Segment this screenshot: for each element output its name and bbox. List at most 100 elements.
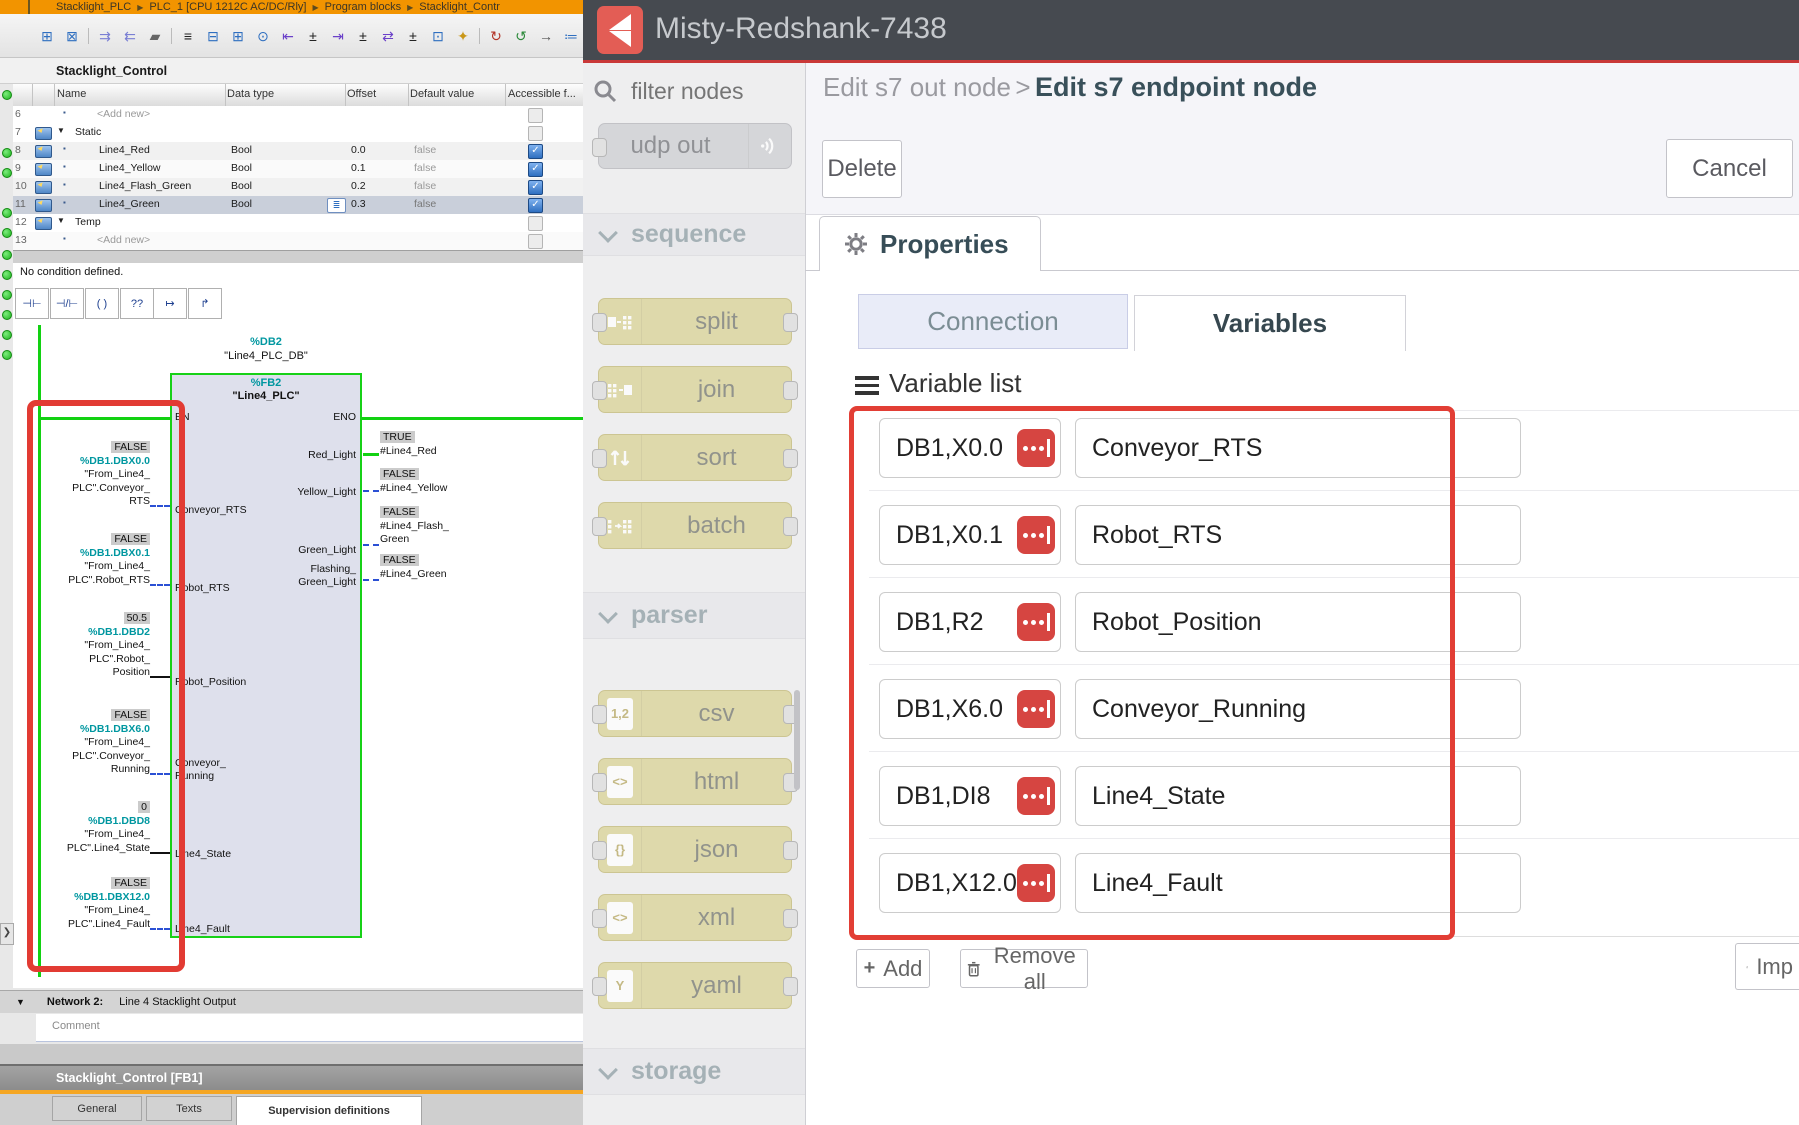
operand-frame-icon[interactable]: ⊡ [429,26,447,46]
accessible-checkbox[interactable]: ✓ [528,162,543,177]
tab-connection[interactable]: Connection [858,294,1128,349]
variable-name-input[interactable]: Line4_Fault [1075,853,1521,913]
address-autocomplete-icon[interactable] [1017,516,1055,554]
default-cell[interactable]: false [414,180,436,192]
cancel-button[interactable]: Cancel [1666,139,1793,198]
operand-group[interactable]: TRUE #Line4_Red [380,431,490,458]
palette-node-sort[interactable]: sort [598,434,792,481]
tab-supervision-definitions[interactable]: Supervision definitions [236,1096,422,1125]
comment-field[interactable]: Comment [36,1014,583,1042]
indent-right-icon[interactable]: ⇉ [96,26,114,46]
tab-variables[interactable]: Variables [1134,295,1406,351]
align-list-icon[interactable]: ≡ [179,26,197,46]
add-new-cell[interactable]: <Add new> [97,234,150,246]
node-input-port[interactable] [592,705,607,724]
insert-input-icon[interactable]: ⇤ [279,26,297,46]
call-back-icon[interactable]: ↺ [512,26,530,46]
table-row[interactable]: 13 ▪ <Add new> [13,232,583,251]
node-input-port[interactable] [592,313,607,332]
table-row[interactable]: 10 ▪ Line4_Flash_Green Bool 0.2 false ✓ [13,178,583,197]
col-accessible[interactable]: Accessible f... [508,88,576,100]
collapse-caret-icon[interactable]: ▼ [16,997,25,1007]
variable-name-input[interactable]: Conveyor_Running [1075,679,1521,739]
datatype-dropdown-button[interactable]: ≣ [327,198,346,213]
filter-nodes-input[interactable] [629,77,783,106]
breadcrumb-item[interactable]: Program blocks [325,1,401,13]
palette-node-join[interactable]: join [598,366,792,413]
table-row[interactable]: 6 ▪ <Add new> [13,106,583,125]
output-pin[interactable]: Red_Light [308,449,356,461]
name-cell[interactable]: Line4_Red [99,144,150,156]
datatype-cell[interactable]: Bool [231,198,252,210]
node-input-port[interactable] [592,909,607,928]
coil-icon[interactable]: ( ) [85,288,119,319]
operand-group[interactable]: FALSE #Line4_Green [380,554,490,581]
node-input-port[interactable] [592,977,607,996]
name-cell[interactable]: Line4_Green [99,198,160,210]
palette-scrollbar[interactable] [794,690,800,790]
open-branch-icon[interactable]: ↦ [153,288,187,319]
col-name[interactable]: Name [57,88,86,100]
sidebar-expand-icon[interactable]: ❯ [0,923,14,945]
panel-splitter[interactable] [13,250,583,264]
node-input-port[interactable] [592,517,607,536]
palette-node-csv[interactable]: 1,2 csv [598,690,792,737]
import-button[interactable]: Imp [1735,943,1799,990]
col-offset[interactable]: Offset [347,88,376,100]
table-row-selected[interactable]: 11 ▪ Line4_Green Bool ≣ 0.3 false ✓ [13,196,583,215]
output-pin[interactable]: Green_Light [298,576,356,588]
group-name-cell[interactable]: Static [75,126,101,138]
insert-output-icon[interactable]: ⇥ [329,26,347,46]
favorites-icon[interactable]: ✦ [454,26,472,46]
table-row[interactable]: 12 ▼ Temp [13,214,583,233]
tab-texts[interactable]: Texts [146,1096,232,1121]
fb-block[interactable]: %FB2 "Line4_PLC" EN ENO Conveyor_RTS Rob… [170,373,362,938]
breadcrumb-item[interactable]: Stacklight_Contr [419,1,500,13]
palette-node-udp-out[interactable]: udp out [598,123,792,169]
category-parser[interactable]: parser [583,592,805,639]
node-input-port[interactable] [592,138,607,157]
name-cell[interactable]: Line4_Yellow [99,162,161,174]
output-pin[interactable]: Green_Light [298,544,356,556]
operand-group[interactable]: FALSE #Line4_Yellow [380,468,490,495]
node-input-port[interactable] [592,449,607,468]
collapse-items-icon[interactable]: ⊞ [229,26,247,46]
output-plus-icon[interactable]: ± [354,26,372,46]
node-output-port[interactable] [783,517,798,536]
node-input-port[interactable] [592,773,607,792]
input-plus-icon[interactable]: ± [304,26,322,46]
variable-name-input[interactable]: Line4_State [1075,766,1521,826]
address-autocomplete-icon[interactable] [1017,690,1055,728]
variable-name-input[interactable]: Robot_Position [1075,592,1521,652]
group-caret-icon[interactable]: ▼ [57,126,65,135]
contact-nc-icon[interactable]: ⊣/⊢ [50,288,84,319]
table-row[interactable]: 7 ▼ Static [13,124,583,143]
default-cell[interactable]: false [414,162,436,174]
palette-node-split[interactable]: split [598,298,792,345]
palette-node-json[interactable]: {} json [598,826,792,873]
accessible-checkbox[interactable] [528,126,543,141]
inout-plus-icon[interactable]: ± [404,26,422,46]
accessible-checkbox[interactable] [528,108,543,123]
accessible-checkbox[interactable]: ✓ [528,198,543,213]
address-autocomplete-icon[interactable] [1017,603,1055,641]
variable-name-input[interactable]: Robot_RTS [1075,505,1521,565]
goto-def-icon[interactable]: → [537,26,555,46]
datatype-cell[interactable]: Bool [231,162,252,174]
breadcrumb-item[interactable]: Stacklight_PLC [56,1,131,13]
palette-node-html[interactable]: <> html [598,758,792,805]
name-cell[interactable]: Line4_Flash_Green [99,180,191,192]
breadcrumb-item[interactable]: PLC_1 [CPU 1212C AC/DC/Rly] [149,1,306,13]
network2-header[interactable]: ▼ Network 2: Line 4 Stacklight Output [0,990,583,1013]
default-cell[interactable]: false [414,144,436,156]
node-output-port[interactable] [783,977,798,996]
accessible-checkbox[interactable]: ✓ [528,180,543,195]
instance-db-label[interactable]: %DB2 "Line4_PLC_DB" [170,335,362,363]
node-output-port[interactable] [783,313,798,332]
node-input-port[interactable] [592,841,607,860]
accessible-checkbox[interactable] [528,234,543,249]
accessible-checkbox[interactable]: ✓ [528,144,543,159]
address-autocomplete-icon[interactable] [1017,864,1055,902]
output-pin[interactable]: Flashing_ [310,563,356,575]
palette-node-yaml[interactable]: Y yaml [598,962,792,1009]
